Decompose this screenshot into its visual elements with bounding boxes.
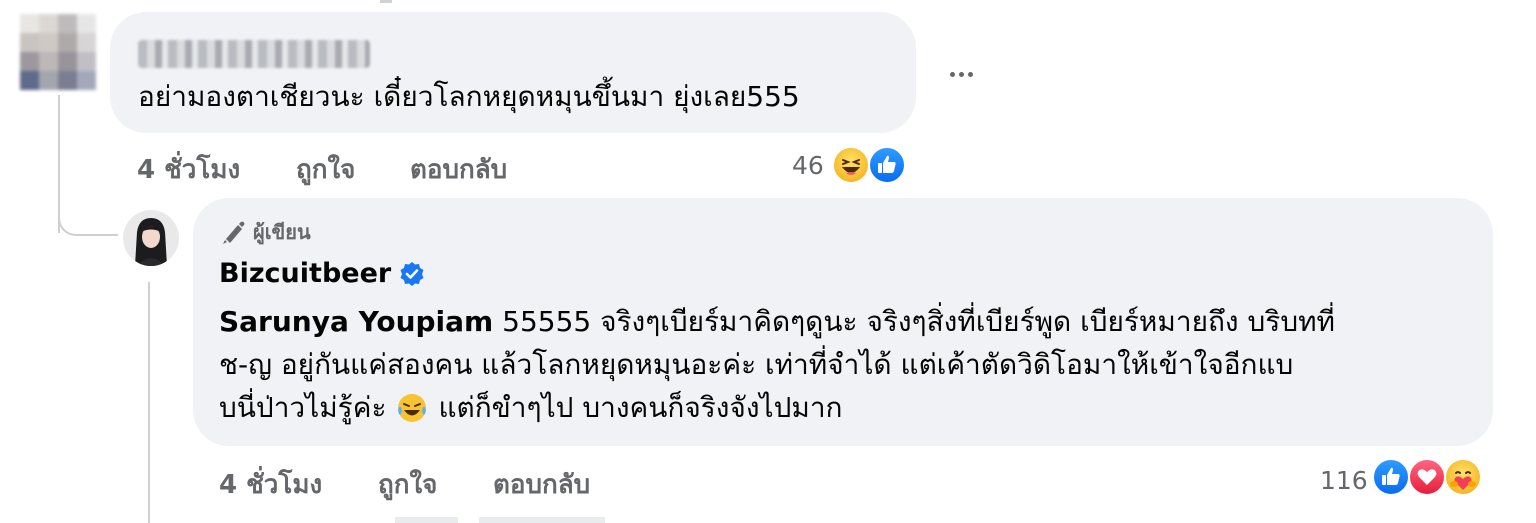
pen-icon	[223, 221, 245, 244]
reply-reaction-count[interactable]: 116	[1320, 466, 1368, 495]
reply-text-segment: 55555 จริงๆเบียร์มาคิดๆดูนะ จริงๆสิ่งที่…	[502, 305, 1336, 338]
thread-line-top-fragment	[380, 0, 392, 3]
reply-text-segment: บนี่ป่าวไม่รู้ค่ะ	[219, 391, 387, 424]
commenter-avatar[interactable]	[20, 14, 96, 90]
reply-like-button[interactable]: ถูกใจ	[378, 464, 437, 505]
more-dot	[949, 71, 955, 77]
more-options-icon[interactable]	[944, 62, 978, 86]
like-icon	[868, 146, 906, 184]
comment-bubble: อย่ามองตาเชียวนะ เดี๋ยวโลกหยุดหมุนขึ้นมา…	[110, 12, 916, 133]
like-icon	[1372, 458, 1410, 496]
reply-text-segment: แต่ก็ขำๆไป บางคนก็จริงจังไปมาก	[438, 391, 843, 424]
author-badge: ผู้เขียน	[219, 216, 311, 248]
reply-reply-button[interactable]: ตอบกลับ	[493, 464, 590, 505]
thread-line-reply	[148, 282, 150, 523]
reply-timestamp[interactable]: 4 ชั่วโมง	[219, 464, 322, 505]
comment-reaction-count[interactable]: 46	[792, 151, 824, 180]
reply-text-line-1: Sarunya Youpiam 55555 จริงๆเบียร์มาคิดๆด…	[219, 300, 1335, 343]
author-name[interactable]: Bizcuitbeer	[219, 258, 391, 289]
more-dot	[958, 71, 964, 77]
love-icon	[1408, 458, 1446, 496]
laughing-tears-emoji	[396, 392, 428, 424]
reply-text-line-2: ช-ญ อยู่กันแค่สองคน แล้วโลกหยุดหมุนอะค่ะ…	[219, 348, 1294, 381]
reply-text-line-3: บนี่ป่าวไม่รู้ค่ะ แต่ก็ขำๆไป บางคนก็จริง…	[219, 386, 843, 429]
reply-bubble: ผู้เขียน Bizcuitbeer Sarunya Youpiam 555…	[193, 198, 1493, 446]
mention-link[interactable]: Sarunya Youpiam	[219, 305, 493, 338]
author-avatar[interactable]	[123, 210, 179, 266]
care-icon	[1444, 458, 1482, 496]
haha-icon	[832, 146, 870, 184]
verified-check-icon	[399, 261, 425, 287]
comment-reply-button[interactable]: ตอบกลับ	[410, 149, 507, 190]
thread-line-curve	[58, 190, 118, 236]
commenter-name-blurred[interactable]	[138, 40, 370, 68]
comment-text: อย่ามองตาเชียวนะ เดี๋ยวโลกหยุดหมุนขึ้นมา…	[138, 80, 800, 113]
next-comment-fragment	[395, 517, 605, 523]
author-badge-label: ผู้เขียน	[253, 220, 311, 244]
comment-like-button[interactable]: ถูกใจ	[296, 149, 355, 190]
author-name-row: Bizcuitbeer	[219, 258, 425, 289]
more-dot	[967, 71, 973, 77]
comment-timestamp[interactable]: 4 ชั่วโมง	[137, 149, 240, 190]
